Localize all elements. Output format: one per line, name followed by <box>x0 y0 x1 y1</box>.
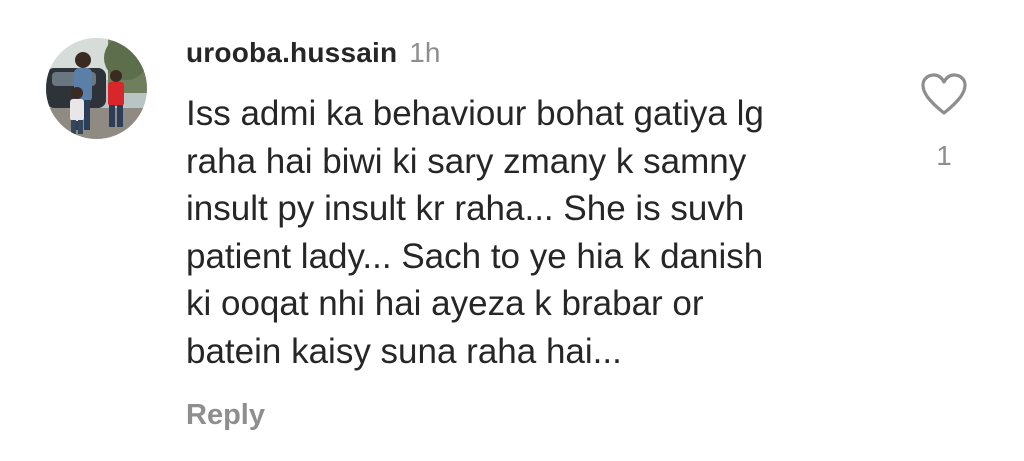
comment-meta: urooba.hussain 1h <box>186 30 886 76</box>
reply-button[interactable]: Reply <box>186 399 265 432</box>
comment-text-line: ki ooqat nhi hai ayeza k brabar or <box>186 284 704 323</box>
like-count[interactable]: 1 <box>918 140 970 172</box>
comment-text: Iss admi ka behaviour bohat gatiya lg ra… <box>186 90 886 375</box>
comment-text-line: insult py insult kr raha... She is suvh <box>186 189 745 228</box>
comment-text-line: raha hai biwi ki sary zmany k samny <box>186 141 747 181</box>
heart-icon[interactable] <box>920 72 968 116</box>
username-link[interactable]: urooba.hussain <box>186 37 397 68</box>
timestamp: 1h <box>409 37 441 68</box>
like-control: 1 <box>918 72 970 182</box>
comment-text-line: patient lady... Sach to ye hia k danish <box>186 236 764 276</box>
profile-photo-icon <box>46 38 147 139</box>
avatar[interactable] <box>46 38 147 139</box>
comment-body: urooba.hussain 1h Iss admi ka behaviour b… <box>186 30 886 432</box>
comment-text-line: Iss admi ka behaviour bohat gatiya lg <box>186 94 764 133</box>
comment-item: urooba.hussain 1h Iss admi ka behaviour b… <box>0 0 1024 461</box>
comment-text-line: batein kaisy suna raha hai... <box>186 331 622 371</box>
